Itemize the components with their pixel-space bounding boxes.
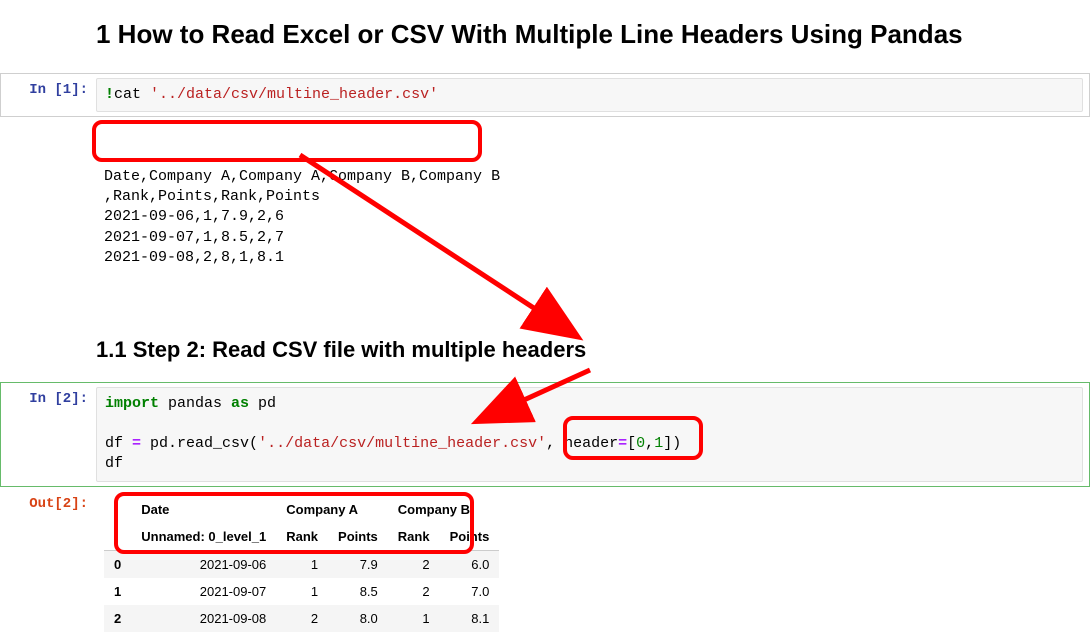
prompt-empty-2 <box>1 319 96 377</box>
code-cell-1[interactable]: In [1]: !cat '../data/csv/multine_header… <box>0 73 1090 117</box>
shell-cmd: cat <box>114 86 150 103</box>
magic-bang: ! <box>105 86 114 103</box>
annotation-box-csv-header <box>92 120 482 162</box>
output-cell-1: Date,Company A,Company A,Company B,Compa… <box>0 117 1090 313</box>
prompt-empty <box>1 5 96 68</box>
stdout-1: Date,Company A,Company A,Company B,Compa… <box>96 122 1083 308</box>
code-cell-2[interactable]: In [2]: import pandas as pd df = pd.read… <box>0 382 1090 487</box>
df-index-header <box>104 523 131 551</box>
df-row-index: 2 <box>104 605 131 632</box>
df-cell: 2 <box>388 550 440 578</box>
df-cell: 2 <box>388 578 440 605</box>
stdout-line: 2021-09-08,2,8,1,8.1 <box>104 248 1083 268</box>
dataframe-output: DateCompany ACompany B Unnamed: 0_level_1… <box>96 492 1083 632</box>
df-cell: 2021-09-06 <box>131 550 276 578</box>
output-cell-2: Out[2]: DateCompany ACompany B Unnamed: 0… <box>0 487 1090 637</box>
df-cell: 2021-09-07 <box>131 578 276 605</box>
df-col-header-l0: Date <box>131 496 276 523</box>
df-col-header-l0: Company B <box>388 496 500 523</box>
df-cell: 1 <box>276 550 328 578</box>
df-cell: 8.5 <box>328 578 388 605</box>
df-cell: 6.0 <box>440 550 500 578</box>
df-cell: 8.1 <box>440 605 500 632</box>
prompt-out-2: Out[2]: <box>1 492 96 632</box>
stdout-line: ,Rank,Points,Rank,Points <box>104 187 1083 207</box>
code-input-1[interactable]: !cat '../data/csv/multine_header.csv' <box>96 78 1083 112</box>
df-col-header-l1: Rank <box>388 523 440 551</box>
df-cell: 8.0 <box>328 605 388 632</box>
page-title: 1 How to Read Excel or CSV With Multiple… <box>96 19 1083 50</box>
shell-path: '../data/csv/multine_header.csv' <box>150 86 438 103</box>
stdout-line: 2021-09-07,1,8.5,2,7 <box>104 228 1083 248</box>
dataframe-thead: DateCompany ACompany B Unnamed: 0_level_1… <box>104 496 499 551</box>
df-cell: 1 <box>388 605 440 632</box>
dataframe-tbody: 02021-09-0617.926.012021-09-0718.527.022… <box>104 550 499 632</box>
code-input-2[interactable]: import pandas as pd df = pd.read_csv('..… <box>96 387 1083 482</box>
df-cell: 2021-09-08 <box>131 605 276 632</box>
df-row-index: 1 <box>104 578 131 605</box>
stdout-line: 2021-09-06,1,7.9,2,6 <box>104 207 1083 227</box>
table-row: 22021-09-0828.018.1 <box>104 605 499 632</box>
df-index-header <box>104 496 131 523</box>
df-cell: 7.0 <box>440 578 500 605</box>
table-row: 12021-09-0718.527.0 <box>104 578 499 605</box>
dataframe-table: DateCompany ACompany B Unnamed: 0_level_1… <box>104 496 499 632</box>
df-col-header-l1: Points <box>440 523 500 551</box>
df-col-header-l1: Unnamed: 0_level_1 <box>131 523 276 551</box>
df-cell: 2 <box>276 605 328 632</box>
df-col-header-l1: Points <box>328 523 388 551</box>
section-title: 1.1 Step 2: Read CSV file with multiple … <box>96 337 1083 363</box>
df-cell: 7.9 <box>328 550 388 578</box>
prompt-empty-out1 <box>1 122 96 308</box>
df-col-header-l0: Company A <box>276 496 388 523</box>
table-row: 02021-09-0617.926.0 <box>104 550 499 578</box>
prompt-in-1: In [1]: <box>1 78 96 112</box>
df-row-index: 0 <box>104 550 131 578</box>
stdout-line: Date,Company A,Company A,Company B,Compa… <box>104 167 1083 187</box>
prompt-in-2: In [2]: <box>1 387 96 482</box>
markdown-cell-heading: 1 How to Read Excel or CSV With Multiple… <box>0 0 1090 73</box>
df-cell: 1 <box>276 578 328 605</box>
df-col-header-l1: Rank <box>276 523 328 551</box>
markdown-cell-subheading: 1.1 Step 2: Read CSV file with multiple … <box>0 314 1090 382</box>
